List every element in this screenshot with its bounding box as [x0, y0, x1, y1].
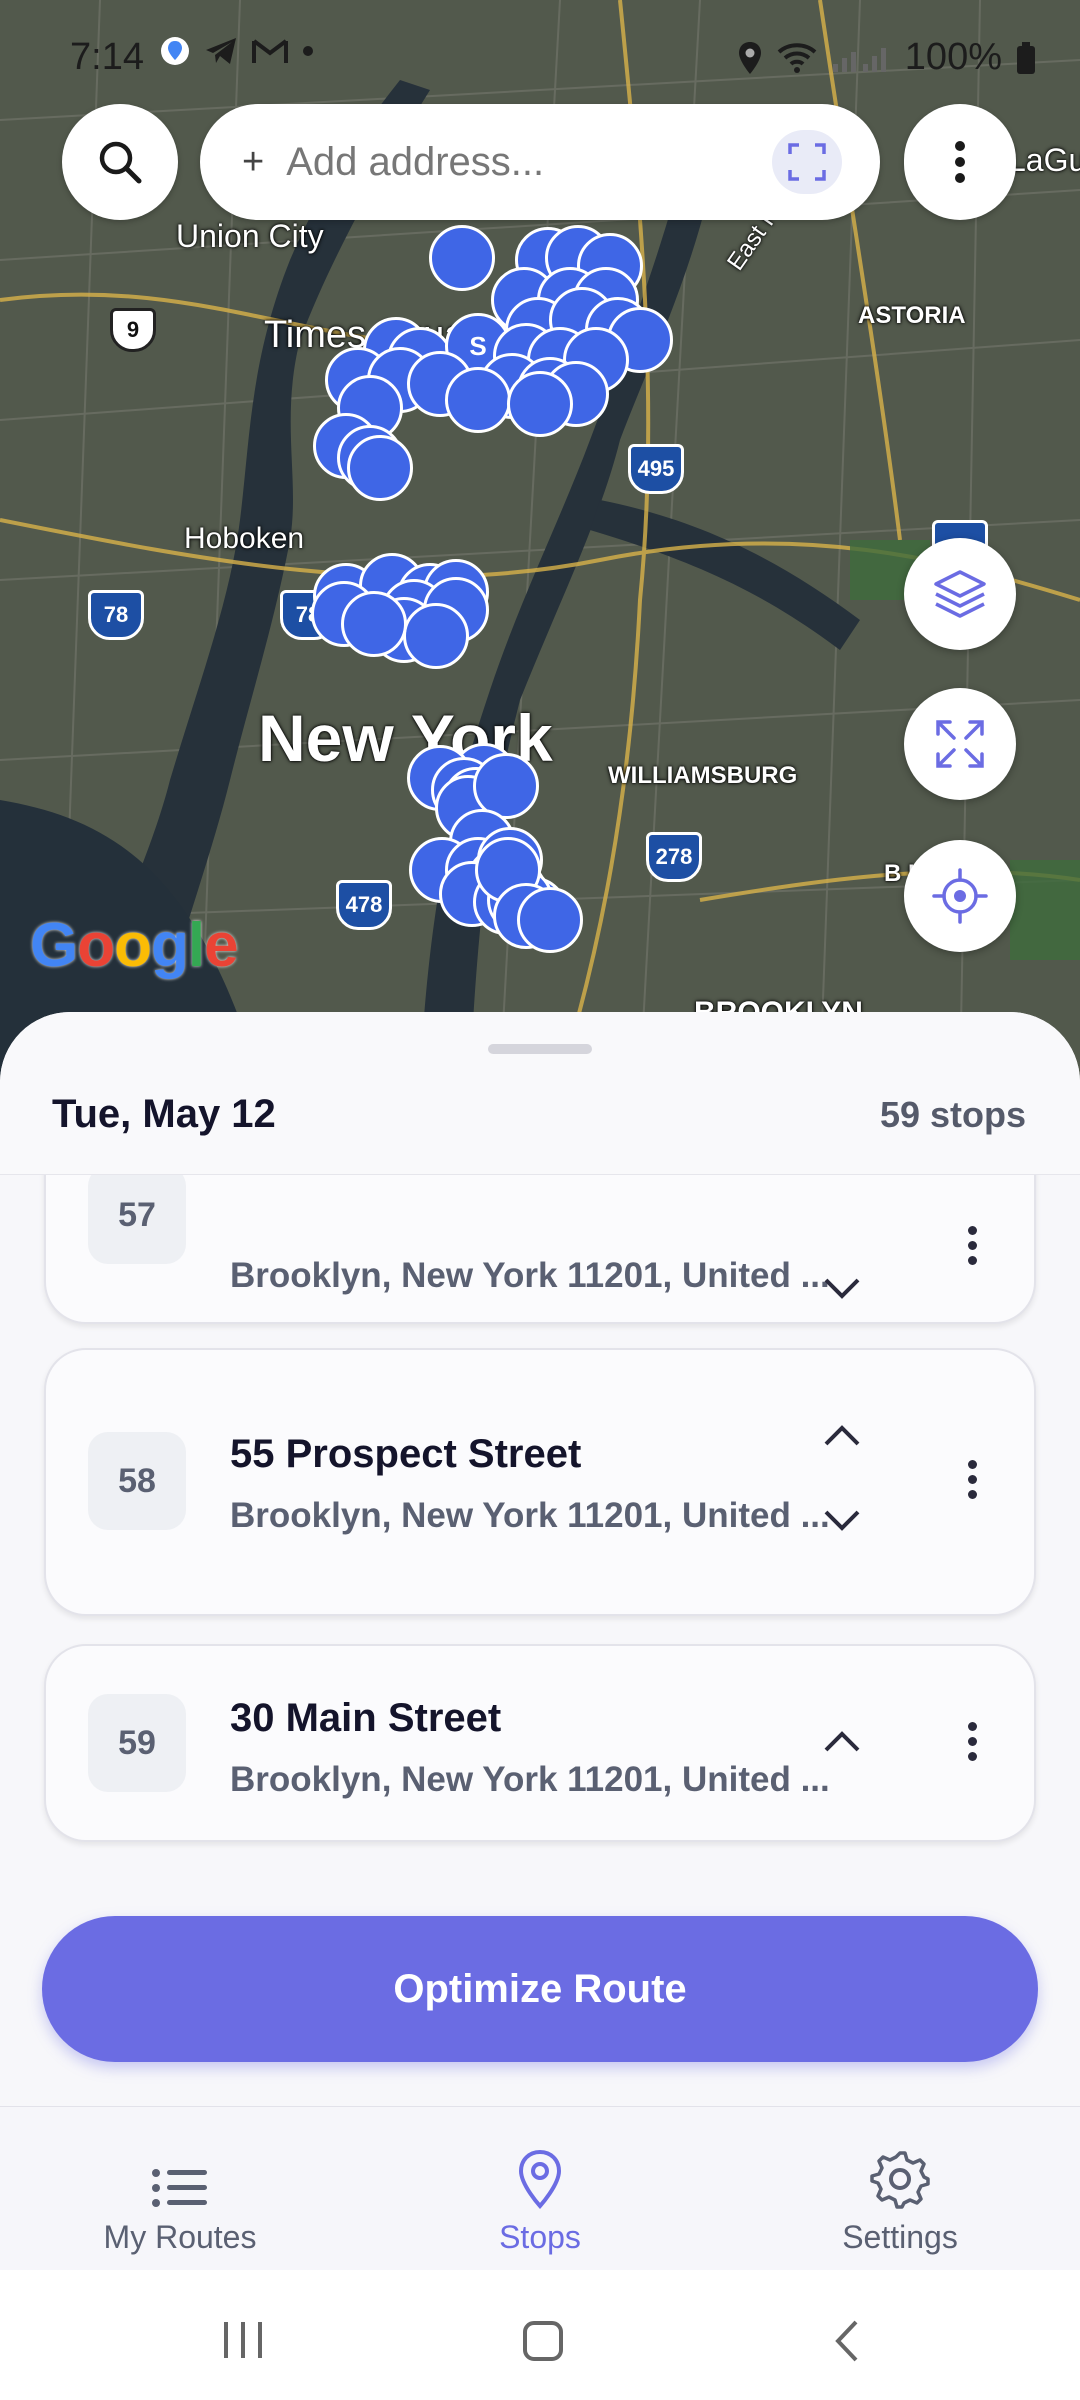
move-up-chevron-icon[interactable] [818, 1420, 866, 1450]
telegram-icon [206, 38, 236, 64]
status-time: 7:14 [70, 36, 144, 78]
interstate-shield-495: 495 [628, 444, 684, 494]
battery-icon [1017, 41, 1035, 74]
stop-marker[interactable] [347, 435, 413, 501]
layers-icon [934, 570, 986, 618]
add-address-input[interactable]: + Add address... [200, 104, 880, 220]
stop-menu-icon[interactable] [964, 1460, 980, 1505]
recent-apps-icon[interactable] [222, 2320, 264, 2360]
battery-percent: 100% [904, 36, 1002, 78]
stop-city: Brooklyn, New York 11201, United ... [230, 1256, 830, 1295]
stop-marker[interactable] [341, 591, 407, 657]
drag-handle[interactable] [488, 1044, 592, 1054]
stop-marker[interactable] [403, 603, 469, 669]
google-logo: Google [30, 911, 239, 980]
nav-my-routes[interactable]: My Routes [50, 2143, 310, 2256]
optimize-route-button[interactable]: Optimize Route [42, 1916, 1038, 2062]
nav-my-routes-label: My Routes [103, 2219, 257, 2255]
map-label-williamsburg: WILLIAMSBURG [608, 762, 798, 789]
notification-dot-icon [303, 46, 313, 56]
stop-street: 55 Prospect Street [230, 1432, 582, 1476]
crosshair-icon [932, 868, 988, 924]
map-label-laguardia: LaGu [1008, 142, 1080, 178]
stop-street: 30 Main Street [230, 1696, 502, 1740]
nav-settings-label: Settings [842, 2219, 958, 2255]
gear-icon [870, 2151, 930, 2209]
nav-stops[interactable]: Stops [410, 2143, 670, 2256]
map-label-union-city: Union City [176, 218, 324, 254]
expand-icon [936, 720, 984, 768]
maps-app-icon [161, 37, 189, 65]
gmail-icon [252, 39, 288, 63]
map-view[interactable]: Union City Times Square Hoboken New York… [0, 0, 1080, 1080]
stop-marker[interactable] [445, 367, 511, 433]
status-bar: 7:14 100% [0, 0, 1080, 88]
plus-icon: + [242, 140, 265, 183]
scan-button[interactable] [772, 130, 842, 194]
search-button[interactable] [62, 104, 178, 220]
stop-number: 57 [88, 1166, 186, 1264]
interstate-shield-278: 278 [646, 832, 702, 882]
move-down-chevron-icon[interactable] [818, 1506, 866, 1536]
interstate-shield-478: 478 [336, 880, 392, 930]
stop-city: Brooklyn, New York 11201, United ... [230, 1496, 830, 1535]
list-icon [152, 2169, 207, 2207]
more-options-button[interactable] [904, 104, 1016, 220]
map-pin-icon [518, 2149, 562, 2209]
stop-city: Brooklyn, New York 11201, United ... [230, 1760, 830, 1799]
stop-marker[interactable] [429, 225, 495, 291]
system-navigation-bar [0, 2270, 1080, 2400]
fit-bounds-button[interactable] [904, 688, 1016, 800]
bottom-navigation: My Routes Stops Settings [0, 2106, 1080, 2271]
signal-icon [832, 47, 886, 72]
stop-menu-icon[interactable] [964, 1226, 980, 1271]
move-down-chevron-icon[interactable] [818, 1274, 866, 1304]
scan-icon [788, 143, 826, 181]
map-layers-button[interactable] [904, 538, 1016, 650]
route-shield-9: 9 [110, 308, 156, 352]
stop-marker[interactable] [517, 887, 583, 953]
stop-number: 58 [88, 1432, 186, 1530]
search-icon [99, 141, 142, 184]
move-up-chevron-icon[interactable] [818, 1726, 866, 1756]
kebab-menu-icon [955, 141, 965, 183]
my-location-button[interactable] [904, 840, 1016, 952]
back-icon[interactable] [832, 2318, 862, 2364]
location-icon [738, 41, 761, 74]
map-label-astoria: ASTORIA [858, 302, 966, 329]
route-date: Tue, May 12 [52, 1092, 276, 1136]
stop-marker[interactable] [507, 371, 573, 437]
stop-card[interactable]: 58 55 Prospect Street Brooklyn, New York… [44, 1348, 1036, 1616]
stop-menu-icon[interactable] [964, 1722, 980, 1767]
sheet-header: Tue, May 12 59 stops [0, 1012, 1080, 1175]
map-label-hoboken: Hoboken [184, 522, 305, 555]
stops-count: 59 stops [879, 1094, 1026, 1135]
stop-number: 59 [88, 1694, 186, 1792]
nav-stops-label: Stops [499, 2219, 581, 2255]
nav-settings[interactable]: Settings [770, 2143, 1030, 2256]
stop-card[interactable]: 59 30 Main Street Brooklyn, New York 112… [44, 1644, 1036, 1842]
wifi-icon [777, 42, 817, 73]
home-icon[interactable] [522, 2320, 564, 2362]
interstate-shield-78-a: 78 [88, 590, 144, 640]
address-placeholder: Add address... [286, 139, 545, 184]
